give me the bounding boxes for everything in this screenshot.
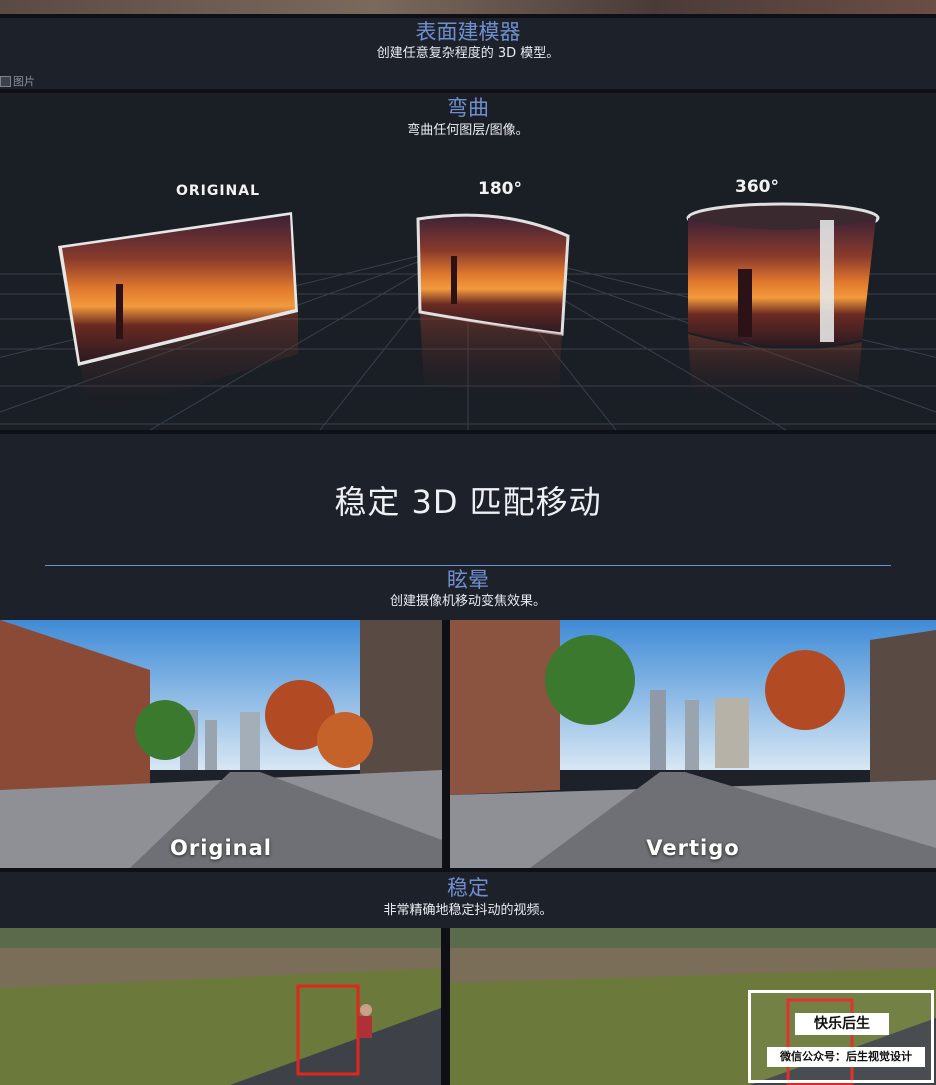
section-divider: [0, 868, 936, 872]
badge-title: 快乐后生: [795, 1013, 889, 1035]
surface-modeler-subtitle: 创建任意复杂程度的 3D 模型。: [376, 46, 560, 61]
broken-image-alt: 图片: [13, 75, 35, 88]
stabilize-3d-title: 稳定 3D 匹配移动: [334, 483, 602, 521]
label-360: 360°: [735, 177, 779, 197]
vertigo-effect-photo: Vertigo: [450, 620, 936, 868]
broken-image: 图片: [0, 73, 35, 89]
stabilize-before-photo: [0, 928, 441, 1085]
vertigo-original-photo: Original: [0, 620, 442, 868]
section-divider: [0, 430, 936, 434]
vertigo-title: 眩晕: [447, 568, 489, 592]
vertigo-effect-label: Vertigo: [646, 836, 740, 860]
badge-subtitle: 微信公众号：后生视觉设计: [767, 1047, 925, 1067]
label-180: 180°: [478, 179, 522, 199]
photo-separator: [442, 620, 450, 870]
vertigo-original-label: Original: [170, 836, 272, 860]
warp-panel: 弯曲 弯曲任何图层/图像。 ORIGINAL 180° 360°: [0, 94, 936, 430]
stabilize-title: 稳定: [447, 876, 489, 900]
label-original: ORIGINAL: [176, 183, 260, 199]
warp-illustration: ORIGINAL 180° 360°: [0, 177, 936, 430]
section-divider: [0, 89, 936, 93]
watermark-badge: 快乐后生 微信公众号：后生视觉设计: [748, 990, 934, 1083]
photo-separator: [441, 928, 450, 1085]
surface-modeler-title: 表面建模器: [415, 20, 521, 44]
top-divider: [0, 14, 936, 18]
vertigo-subtitle: 创建摄像机移动变焦效果。: [389, 594, 546, 609]
stabilize-subtitle: 非常精确地稳定抖动的视频。: [383, 903, 553, 918]
top-image-strip: [0, 0, 936, 14]
accent-rule: [45, 565, 891, 566]
broken-image-icon: [0, 75, 11, 87]
